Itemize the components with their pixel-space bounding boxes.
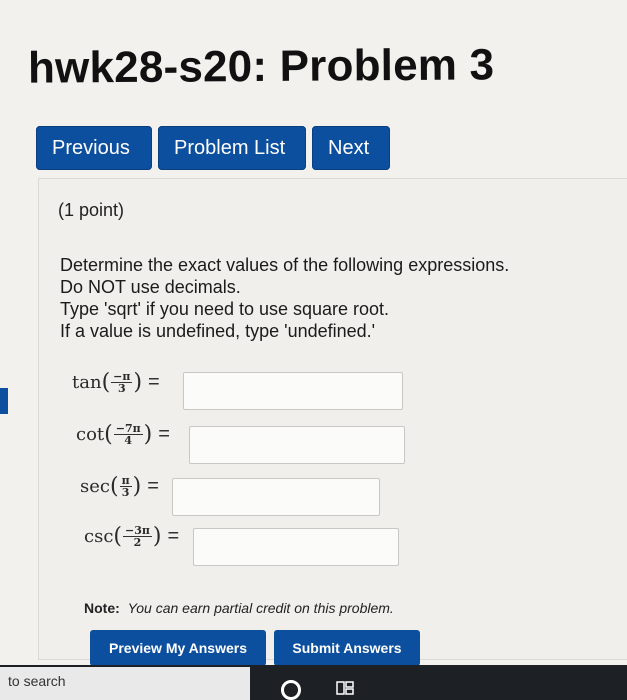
instruction-line: Type 'sqrt' if you need to use square ro… <box>60 299 390 319</box>
note-label: Note: <box>84 600 120 616</box>
answer-input-tan[interactable] <box>183 372 403 410</box>
function-name: cot <box>76 424 105 445</box>
fraction: −3π 2 <box>123 525 152 548</box>
open-paren: ( <box>104 422 113 447</box>
fraction-denominator: 3 <box>117 382 126 395</box>
expression-lhs: sec ( π 3 ) <box>80 474 141 499</box>
expression-csc: csc ( −3π 2 ) = <box>84 524 179 549</box>
problem-panel <box>38 178 627 660</box>
problem-nav: Previous Problem List Next <box>36 126 390 170</box>
submit-answers-button[interactable]: Submit Answers <box>274 630 420 666</box>
function-name: tan <box>72 372 102 393</box>
close-paren: ) <box>133 370 143 395</box>
problem-list-button[interactable]: Problem List <box>158 126 306 170</box>
expression-lhs: tan ( −π 3 ) <box>72 370 142 395</box>
note-text: You can earn partial credit on this prob… <box>127 600 394 616</box>
fraction-denominator: 4 <box>124 434 133 447</box>
equals-sign: = <box>147 475 159 497</box>
taskbar-search-box[interactable]: to search <box>0 667 250 700</box>
task-view-icon[interactable] <box>336 680 354 696</box>
fraction: −7π 4 <box>113 423 143 447</box>
instruction-line: Determine the exact values of the follow… <box>60 255 510 275</box>
instruction-line: Do NOT use decimals. <box>60 277 241 297</box>
previous-button[interactable]: Previous <box>36 126 152 170</box>
equals-sign: = <box>167 525 180 547</box>
instruction-line: If a value is undefined, type 'undefined… <box>60 321 376 341</box>
close-paren: ) <box>143 422 153 447</box>
answer-input-cot[interactable] <box>189 426 405 464</box>
next-button[interactable]: Next <box>312 126 390 170</box>
fraction-denominator: 3 <box>121 486 130 499</box>
answer-input-sec[interactable] <box>172 478 380 516</box>
function-name: sec <box>80 476 110 497</box>
equals-sign: = <box>148 371 160 393</box>
instructions: Determine the exact values of the follow… <box>60 254 509 342</box>
fraction-denominator: 2 <box>133 536 142 549</box>
points-label: (1 point) <box>58 200 125 220</box>
open-paren: ( <box>109 474 119 499</box>
cortana-icon[interactable] <box>281 680 301 700</box>
function-name: csc <box>84 526 114 547</box>
expression-sec: sec ( π 3 ) = <box>80 474 159 499</box>
preview-answers-button[interactable]: Preview My Answers <box>90 630 266 666</box>
side-tab-marker <box>0 388 8 414</box>
fraction: −π 3 <box>111 371 133 395</box>
page-title: hwk28-s20: Problem 3 <box>27 40 495 93</box>
fraction: π 3 <box>119 475 132 499</box>
open-paren: ( <box>101 370 111 395</box>
expression-lhs: csc ( −3π 2 ) <box>84 524 162 549</box>
close-paren: ) <box>132 474 142 499</box>
expression-lhs: cot ( −7π 4 ) <box>76 422 152 447</box>
expression-cot: cot ( −7π 4 ) = <box>76 422 170 447</box>
equals-sign: = <box>158 423 170 445</box>
expression-tan: tan ( −π 3 ) = <box>72 370 160 395</box>
answer-input-csc[interactable] <box>193 528 399 566</box>
open-paren: ( <box>113 524 122 549</box>
partial-credit-note: Note: You can earn partial credit on thi… <box>84 600 394 616</box>
close-paren: ) <box>152 524 162 549</box>
